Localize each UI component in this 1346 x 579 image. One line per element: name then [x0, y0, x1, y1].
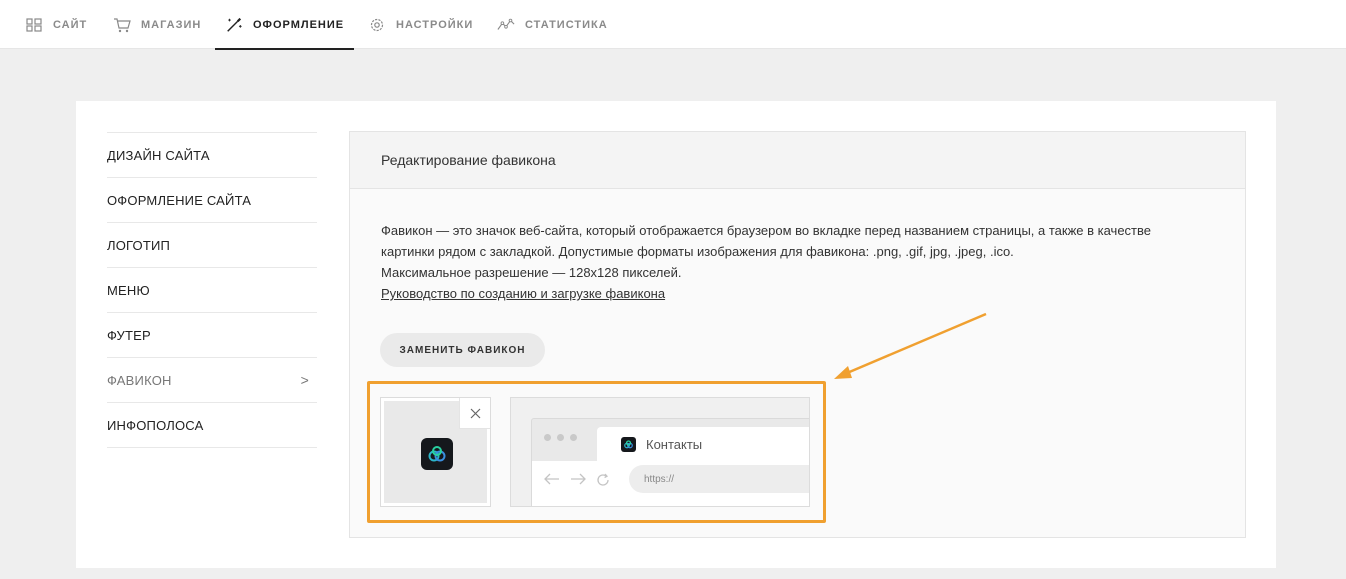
side-item-label: ДИЗАЙН САЙТА [107, 147, 210, 163]
cart-icon [113, 16, 131, 34]
nav-label: МАГАЗИН [141, 18, 202, 31]
favicon-thumbnail [380, 397, 491, 507]
annotation-arrow-icon [834, 312, 987, 379]
side-item-label: МЕНЮ [107, 282, 150, 298]
gear-icon [368, 16, 386, 34]
nav-item-settings[interactable]: НАСТРОЙКИ [368, 0, 473, 49]
remove-favicon-button[interactable] [459, 398, 490, 429]
nav-item-site[interactable]: САЙТ [25, 0, 87, 49]
nav-label: НАСТРОЙКИ [396, 18, 474, 31]
replace-favicon-button[interactable]: ЗАМЕНИТЬ ФАВИКОН [380, 333, 545, 367]
side-item-menu[interactable]: МЕНЮ [107, 268, 317, 313]
chart-line-icon [497, 16, 515, 34]
side-item-footer[interactable]: ФУТЕР [107, 313, 317, 358]
back-arrow-icon [544, 473, 559, 485]
side-item-logo[interactable]: ЛОГОТИП [107, 223, 317, 268]
chevron-right-icon: > [300, 372, 309, 388]
nav-label: ОФОРМЛЕНИЕ [253, 18, 345, 31]
favicon-guide-link[interactable]: Руководство по созданию и загрузке фавик… [381, 286, 665, 301]
side-item-label: ИНФОПОЛОСА [107, 417, 204, 433]
design-side-menu: ДИЗАЙН САЙТА ОФОРМЛЕНИЕ САЙТА ЛОГОТИП МЕ… [107, 132, 317, 448]
top-navigation: САЙТ МАГАЗИН ОФОРМЛЕНИЕ НАСТРОЙКИ СТАТИС… [0, 0, 1346, 50]
tab-favicon-icon [621, 436, 636, 452]
description-line: Фавикон — это значок веб-сайта, который … [381, 223, 1152, 238]
description-line: Максимальное разрешение — 128x128 пиксел… [381, 265, 682, 280]
side-item-infobar[interactable]: ИНФОПОЛОСА [107, 403, 317, 448]
grid-icon [25, 16, 43, 34]
close-icon [470, 408, 480, 418]
side-item-label: ФУТЕР [107, 327, 151, 343]
favicon-logo-icon [428, 446, 446, 462]
description-line: картинки рядом с закладкой. Допустимые ф… [381, 244, 1014, 259]
nav-item-statistics[interactable]: СТАТИСТИКА [497, 0, 608, 49]
forward-arrow-icon [571, 473, 586, 485]
browser-preview: Контакты https:// [510, 397, 810, 507]
magic-wand-icon [225, 16, 243, 34]
side-item-label: ЛОГОТИП [107, 237, 171, 253]
tab-title: Контакты [646, 436, 703, 452]
window-dots-icon [544, 434, 577, 441]
side-item-favicon[interactable]: ФАВИКОН > [107, 358, 317, 403]
nav-item-design[interactable]: ОФОРМЛЕНИЕ [214, 0, 355, 50]
side-item-label: ОФОРМЛЕНИЕ САЙТА [107, 192, 252, 208]
reload-icon [597, 473, 609, 486]
side-item-site-design[interactable]: ДИЗАЙН САЙТА [107, 133, 317, 178]
browser-toolbar: https:// [532, 461, 809, 506]
address-bar: https:// [629, 465, 809, 493]
panel-title: Редактирование фавикона [350, 132, 1245, 189]
side-item-label: ФАВИКОН [107, 372, 172, 388]
nav-label: САЙТ [53, 18, 88, 31]
browser-tab: Контакты [597, 427, 809, 461]
nav-label: СТАТИСТИКА [525, 18, 608, 31]
side-item-site-style[interactable]: ОФОРМЛЕНИЕ САЙТА [107, 178, 317, 223]
browser-window: Контакты https:// [531, 418, 809, 506]
favicon-image [421, 438, 453, 470]
nav-item-shop[interactable]: МАГАЗИН [113, 0, 201, 49]
favicon-description: Фавикон — это значок веб-сайта, который … [381, 220, 1201, 304]
